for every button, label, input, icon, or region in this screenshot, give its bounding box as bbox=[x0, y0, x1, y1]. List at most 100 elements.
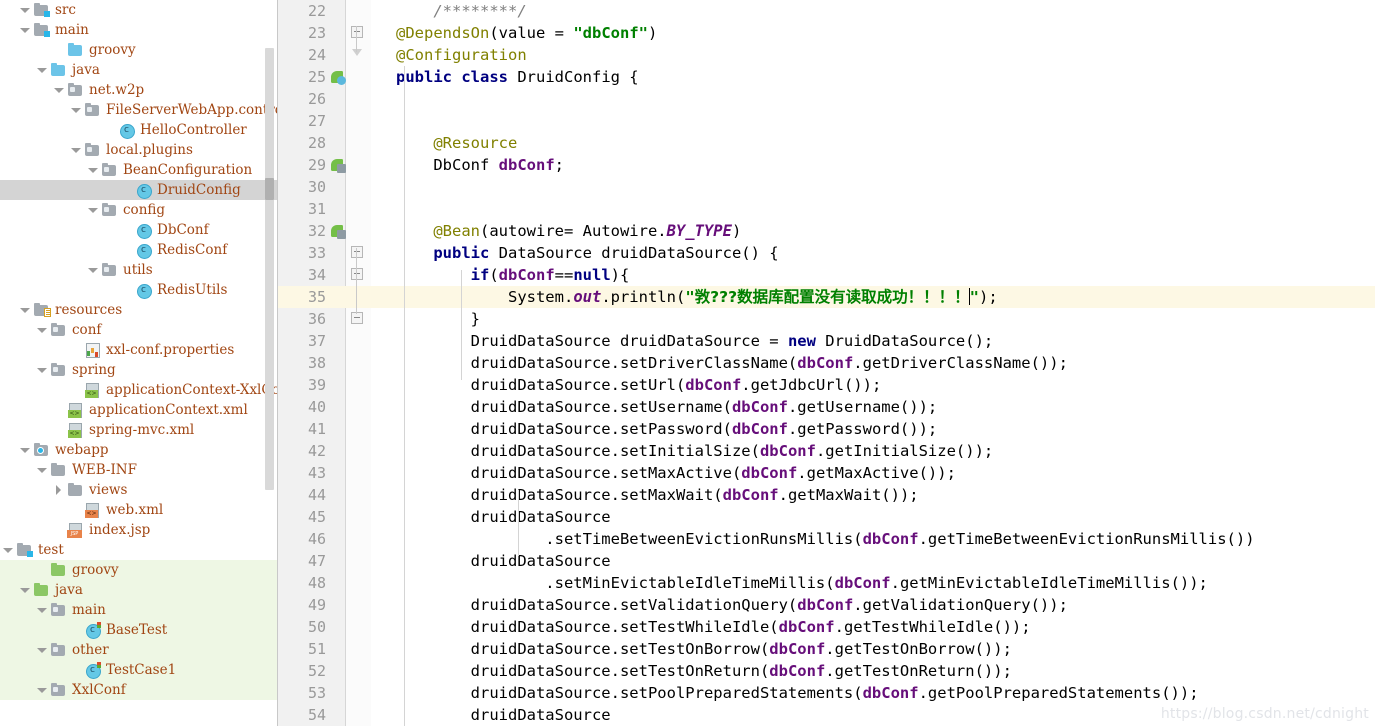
tree-row-utils[interactable]: utils bbox=[0, 260, 278, 280]
code-fold-toggle[interactable] bbox=[351, 246, 365, 260]
tree-row-local-plugins[interactable]: local.plugins bbox=[0, 140, 278, 160]
chevron-down-icon[interactable] bbox=[51, 80, 67, 100]
tree-row-groovy[interactable]: groovy bbox=[0, 560, 278, 580]
tree-row-resources[interactable]: resources bbox=[0, 300, 278, 320]
code-line-51[interactable]: 51 druidDataSource.setTestOnBorrow(dbCon… bbox=[278, 638, 1375, 660]
tree-row-druidconfig[interactable]: DruidConfig bbox=[0, 180, 278, 200]
chevron-down-icon[interactable] bbox=[17, 0, 33, 20]
chevron-down-icon[interactable] bbox=[68, 100, 84, 120]
code-line-54[interactable]: 54 druidDataSource bbox=[278, 704, 1375, 726]
code-line-49[interactable]: 49 druidDataSource.setValidationQuery(db… bbox=[278, 594, 1375, 616]
chevron-right-icon[interactable] bbox=[51, 480, 67, 500]
code-line-37[interactable]: 37 DruidDataSource druidDataSource = new… bbox=[278, 330, 1375, 352]
tree-vertical-scrollbar-thumb[interactable] bbox=[265, 178, 274, 200]
chevron-down-icon[interactable] bbox=[85, 160, 101, 180]
chevron-down-icon[interactable] bbox=[68, 140, 84, 160]
tree-row-fileserverwebapp-controller[interactable]: FileServerWebApp.controller bbox=[0, 100, 278, 120]
tree-row-webapp[interactable]: webapp bbox=[0, 440, 278, 460]
chevron-down-icon[interactable] bbox=[34, 60, 50, 80]
code-line-48[interactable]: 48 .setMinEvictableIdleTimeMillis(dbConf… bbox=[278, 572, 1375, 594]
code-fold-toggle[interactable] bbox=[351, 26, 365, 40]
tree-row-dbconf[interactable]: DbConf bbox=[0, 220, 278, 240]
tree-row-other[interactable]: other bbox=[0, 640, 278, 660]
tree-row-spring-mvc-xml[interactable]: spring-mvc.xml bbox=[0, 420, 278, 440]
code-line-40[interactable]: 40 druidDataSource.setUsername(dbConf.ge… bbox=[278, 396, 1375, 418]
code-line-32[interactable]: 32 @Bean(autowire= Autowire.BY_TYPE) bbox=[278, 220, 1375, 242]
tree-row-test[interactable]: test bbox=[0, 540, 278, 560]
code-line-38[interactable]: 38 druidDataSource.setDriverClassName(db… bbox=[278, 352, 1375, 374]
tree-row-net-w2p[interactable]: net.w2p bbox=[0, 80, 278, 100]
tree-row-conf[interactable]: conf bbox=[0, 320, 278, 340]
tree-row-redisconf[interactable]: RedisConf bbox=[0, 240, 278, 260]
tree-row-hellocontroller[interactable]: HelloController bbox=[0, 120, 278, 140]
code-line-36[interactable]: 36 } bbox=[278, 308, 1375, 330]
code-line-45[interactable]: 45 druidDataSource bbox=[278, 506, 1375, 528]
chevron-down-icon[interactable] bbox=[17, 580, 33, 600]
code-line-27[interactable]: 27 bbox=[278, 110, 1375, 132]
code-line-50[interactable]: 50 druidDataSource.setTestWhileIdle(dbCo… bbox=[278, 616, 1375, 638]
tree-row-applicationcontext-xxlconf-xml[interactable]: applicationContext-XxlConf.xml bbox=[0, 380, 278, 400]
chevron-down-icon[interactable] bbox=[34, 320, 50, 340]
chevron-down-icon[interactable] bbox=[34, 680, 50, 700]
chevron-down-icon[interactable] bbox=[0, 540, 16, 560]
chevron-down-icon[interactable] bbox=[34, 360, 50, 380]
code-fold-toggle[interactable] bbox=[351, 312, 365, 326]
tree-row-testcase1[interactable]: TestCase1 bbox=[0, 660, 278, 680]
chevron-down-icon[interactable] bbox=[85, 200, 101, 220]
tree-vertical-scrollbar[interactable] bbox=[265, 48, 274, 490]
spring-bean-class-icon[interactable] bbox=[331, 70, 346, 85]
code-line-35[interactable]: 35 System.out.println("敩???数据库配置没有读取成功！！… bbox=[278, 286, 1375, 308]
tree-row-main[interactable]: main bbox=[0, 600, 278, 620]
code-fold-toggle[interactable] bbox=[351, 48, 365, 62]
code-line-41[interactable]: 41 druidDataSource.setPassword(dbConf.ge… bbox=[278, 418, 1375, 440]
code-fold-toggle[interactable] bbox=[351, 268, 365, 282]
tree-row-index-jsp[interactable]: index.jsp bbox=[0, 520, 278, 540]
tree-row-xxl-conf-properties[interactable]: xxl-conf.properties bbox=[0, 340, 278, 360]
spring-bean-icon[interactable] bbox=[331, 224, 346, 239]
code-line-23[interactable]: 23 @DependsOn(value = "dbConf") bbox=[278, 22, 1375, 44]
project-tree-panel[interactable]: src main groovy java net.w2p FileServerWebApp… bbox=[0, 0, 278, 726]
chevron-down-icon[interactable] bbox=[17, 300, 33, 320]
tree-row-basetest[interactable]: BaseTest bbox=[0, 620, 278, 640]
spring-bean-autowire-icon[interactable] bbox=[331, 158, 346, 173]
tree-row-spring[interactable]: spring bbox=[0, 360, 278, 380]
tree-row-xxlconf[interactable]: XxlConf bbox=[0, 680, 278, 700]
tree-row-views[interactable]: views bbox=[0, 480, 278, 500]
chevron-down-icon[interactable] bbox=[34, 460, 50, 480]
tree-row-web-inf[interactable]: WEB-INF bbox=[0, 460, 278, 480]
tree-row-config[interactable]: config bbox=[0, 200, 278, 220]
tree-row-src[interactable]: src bbox=[0, 0, 278, 20]
chevron-down-icon[interactable] bbox=[34, 640, 50, 660]
code-line-44[interactable]: 44 druidDataSource.setMaxWait(dbConf.get… bbox=[278, 484, 1375, 506]
code-lines[interactable]: 22 /********/ 23 @DependsOn(value = "dbCon… bbox=[278, 0, 1375, 726]
code-line-42[interactable]: 42 druidDataSource.setInitialSize(dbConf… bbox=[278, 440, 1375, 462]
code-line-47[interactable]: 47 druidDataSource bbox=[278, 550, 1375, 572]
code-line-34[interactable]: 34 if(dbConf==null){ bbox=[278, 264, 1375, 286]
code-line-33[interactable]: 33 public DataSource druidDataSource() { bbox=[278, 242, 1375, 264]
tree-row-web-xml[interactable]: web.xml bbox=[0, 500, 278, 520]
code-line-30[interactable]: 30 bbox=[278, 176, 1375, 198]
project-tree-list[interactable]: src main groovy java net.w2p FileServerWebApp… bbox=[0, 0, 278, 700]
tree-row-groovy[interactable]: groovy bbox=[0, 40, 278, 60]
code-line-52[interactable]: 52 druidDataSource.setTestOnReturn(dbCon… bbox=[278, 660, 1375, 682]
code-line-43[interactable]: 43 druidDataSource.setMaxActive(dbConf.g… bbox=[278, 462, 1375, 484]
tree-row-main[interactable]: main bbox=[0, 20, 278, 40]
code-line-29[interactable]: 29 DbConf dbConf; bbox=[278, 154, 1375, 176]
code-line-53[interactable]: 53 druidDataSource.setPoolPreparedStatem… bbox=[278, 682, 1375, 704]
tree-row-beanconfiguration[interactable]: BeanConfiguration bbox=[0, 160, 278, 180]
code-line-24[interactable]: 24 @Configuration bbox=[278, 44, 1375, 66]
code-line-31[interactable]: 31 bbox=[278, 198, 1375, 220]
tree-row-redisutils[interactable]: RedisUtils bbox=[0, 280, 278, 300]
tree-row-java[interactable]: java bbox=[0, 60, 278, 80]
chevron-down-icon[interactable] bbox=[85, 260, 101, 280]
chevron-down-icon[interactable] bbox=[34, 600, 50, 620]
code-line-39[interactable]: 39 druidDataSource.setUrl(dbConf.getJdbc… bbox=[278, 374, 1375, 396]
code-line-46[interactable]: 46 .setTimeBetweenEvictionRunsMillis(dbC… bbox=[278, 528, 1375, 550]
code-line-25[interactable]: 25 public class DruidConfig { bbox=[278, 66, 1375, 88]
code-line-28[interactable]: 28 @Resource bbox=[278, 132, 1375, 154]
tree-row-applicationcontext-xml[interactable]: applicationContext.xml bbox=[0, 400, 278, 420]
tree-row-java[interactable]: java bbox=[0, 580, 278, 600]
chevron-down-icon[interactable] bbox=[17, 440, 33, 460]
code-line-26[interactable]: 26 bbox=[278, 88, 1375, 110]
code-editor[interactable]: 22 /********/ 23 @DependsOn(value = "dbCon… bbox=[278, 0, 1375, 726]
